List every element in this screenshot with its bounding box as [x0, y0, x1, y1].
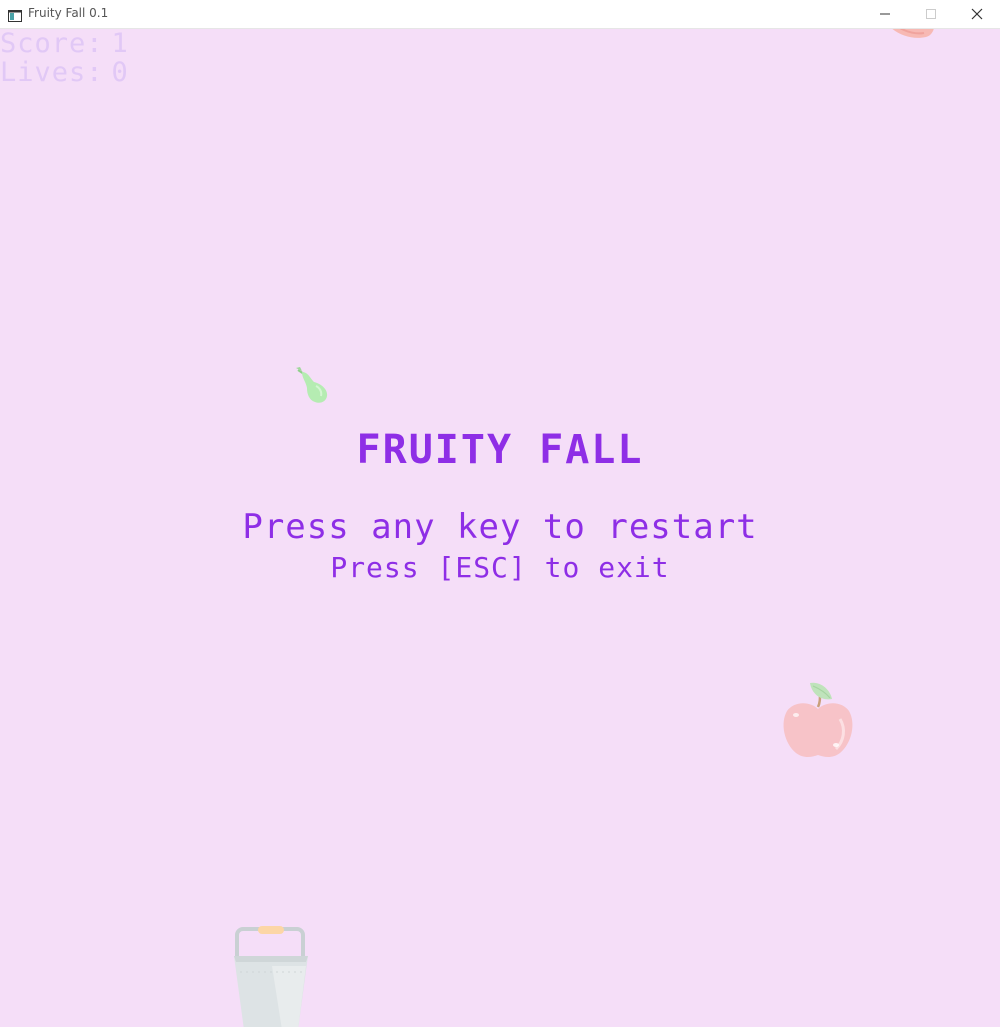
game-window: Fruity Fall 0.1 Score: 1 Lives: 0 FRUITY…	[0, 0, 1000, 1027]
exit-prompt: Press [ESC] to exit	[330, 551, 670, 584]
maximize-button[interactable]	[908, 0, 954, 28]
app-icon	[8, 7, 22, 22]
game-title: FRUITY FALL	[356, 427, 644, 473]
bucket-icon	[234, 926, 308, 1027]
minimize-button[interactable]	[862, 0, 908, 28]
pear-icon	[296, 367, 328, 403]
minimize-icon	[880, 13, 890, 15]
peach-icon	[892, 29, 934, 38]
window-title: Fruity Fall 0.1	[28, 6, 109, 20]
lives-label: Lives:	[0, 57, 104, 88]
close-icon	[971, 8, 983, 20]
apple-icon	[783, 682, 853, 757]
game-canvas[interactable]: Score: 1 Lives: 0 FRUITY FALL Press any ke…	[0, 29, 1000, 1027]
score-label: Score:	[0, 29, 104, 59]
maximize-icon	[926, 9, 936, 19]
close-button[interactable]	[954, 0, 1000, 28]
score-display: Score: 1	[0, 29, 129, 59]
title-bar: Fruity Fall 0.1	[0, 0, 1000, 29]
lives-display: Lives: 0	[0, 58, 129, 88]
lives-value: 0	[111, 57, 129, 88]
score-value: 1	[111, 29, 129, 59]
restart-prompt: Press any key to restart	[242, 507, 758, 547]
